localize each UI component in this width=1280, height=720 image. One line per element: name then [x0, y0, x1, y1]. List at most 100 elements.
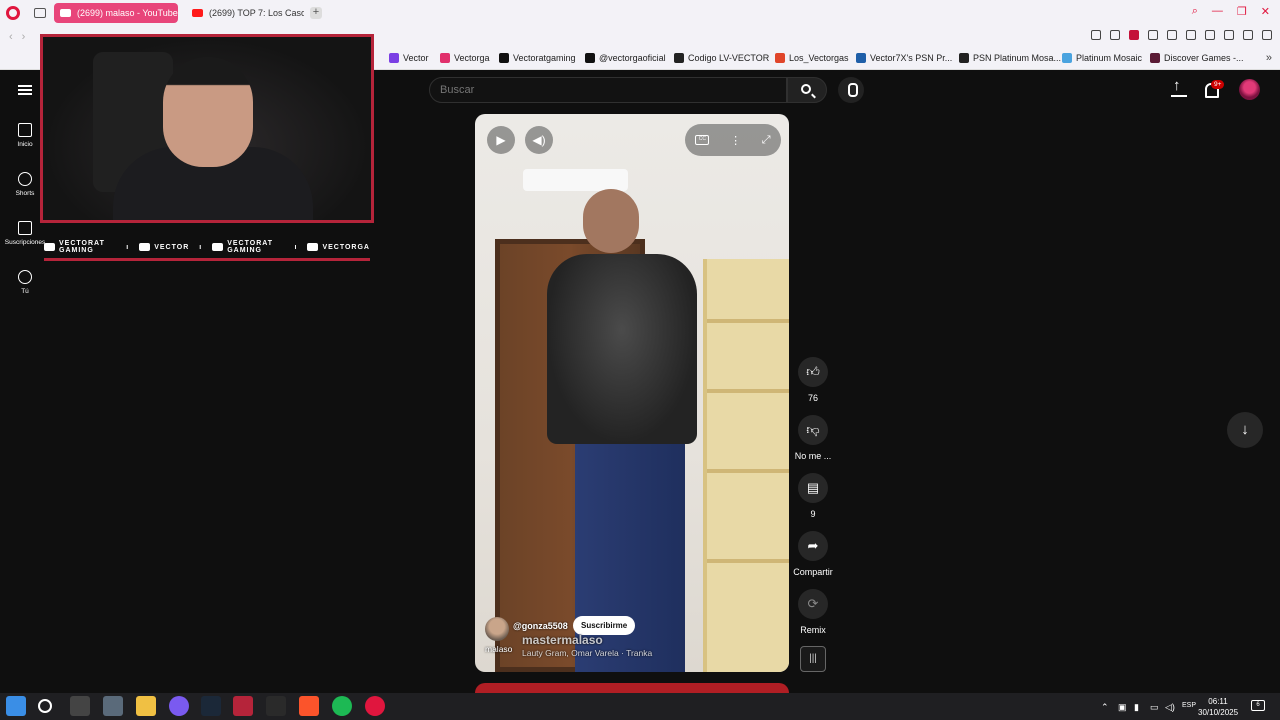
bookmark-discover-games[interactable]: Discover Games -... [1150, 53, 1244, 63]
games-icon [1150, 53, 1160, 63]
lv-icon [674, 53, 684, 63]
bookmark-vector[interactable]: Vector [389, 53, 429, 63]
song-artists[interactable]: Lauty Gram, Omar Varela · Tranka [522, 648, 652, 658]
menu-hamburger-icon[interactable] [18, 85, 32, 95]
sidebar-item-tu[interactable]: Tú [0, 270, 50, 295]
back-arrow-icon[interactable]: ‹ [9, 31, 13, 43]
volume-button[interactable]: ◀) [525, 126, 553, 154]
opera-logo-icon[interactable] [6, 6, 20, 20]
steam-icon[interactable] [201, 696, 221, 716]
search-tabs-icon[interactable]: ⌕ [1192, 5, 1198, 18]
voice-search-button[interactable] [838, 77, 864, 103]
snapshot-icon[interactable] [1110, 30, 1120, 40]
remix-button[interactable]: ⟳ Remix [791, 589, 835, 635]
brave-icon[interactable] [299, 696, 319, 716]
new-tab-button[interactable]: + [310, 7, 322, 19]
pocket-icon[interactable] [1129, 30, 1139, 40]
bookmark-codigo-lv[interactable]: Codigo LV-VECTOR [674, 53, 769, 63]
webcam-overlay [40, 34, 374, 223]
social-twitch: VECTOR [154, 243, 190, 251]
pin-icon[interactable] [1091, 30, 1101, 40]
window-controls: ⌕ — ❐ ✕ [1192, 5, 1270, 18]
notifications-badge: 9+ [1211, 80, 1225, 89]
bookmark-los-vectorgas[interactable]: Los_Vectorgas [775, 53, 849, 63]
puzzle-icon[interactable] [1205, 30, 1215, 40]
search-icon[interactable] [38, 699, 52, 713]
next-short-button[interactable]: ↓ [1227, 412, 1263, 448]
tray-app-icon[interactable]: ▣ [1118, 702, 1127, 713]
browser-tab-bar: (2699) malaso - YouTube (2699) TOP 7: Lo… [0, 0, 1280, 26]
youtube-icon [44, 243, 55, 251]
video-top-controls: CC ⋮ ⤢ [685, 124, 781, 156]
tab-malaso-youtube[interactable]: (2699) malaso - YouTube [54, 3, 178, 23]
channel-avatar[interactable] [485, 617, 509, 641]
bookmark-platinum-mosaic[interactable]: Platinum Mosaic [1062, 53, 1142, 63]
psn-icon [856, 53, 866, 63]
bookmark-vectorga[interactable]: Vectorga [440, 53, 490, 63]
download-icon[interactable] [1243, 30, 1253, 40]
app-icon[interactable] [103, 696, 123, 716]
more-options-icon[interactable]: ⋮ [730, 134, 741, 147]
song-title[interactable]: mastermalaso [522, 633, 603, 647]
dislike-button[interactable]: 👎︎ No me ... [791, 415, 835, 461]
like-button[interactable]: 👍︎ 76 [791, 357, 835, 403]
maximize-button[interactable]: ❐ [1237, 5, 1247, 18]
video-scene-ac-unit [523, 169, 628, 191]
avatar[interactable] [1239, 79, 1260, 100]
socials-underline [44, 258, 370, 261]
app-red-icon[interactable] [233, 696, 253, 716]
task-view-icon[interactable] [70, 696, 90, 716]
bookmark-vectoratgaming[interactable]: Vectoratgaming [499, 53, 576, 63]
vectorgas-icon [775, 53, 785, 63]
socials-banner: VECTORAT GAMING ı VECTOR ı VECTORAT GAMI… [44, 233, 370, 261]
play-icon[interactable] [1148, 30, 1158, 40]
volume-icon[interactable]: ◁) [1165, 702, 1175, 713]
video-scene-shelf [703, 259, 789, 672]
microphone-icon[interactable]: ▮ [1134, 702, 1139, 713]
audio-track-icon[interactable]: ||| [800, 646, 826, 672]
remix-icon: ⟳ [798, 589, 828, 619]
shorts-video-player[interactable]: ▶ ◀) CC ⋮ ⤢ @gonza5508 Suscribirme maste… [475, 114, 789, 672]
clock-date: 30/10/2025 [1198, 708, 1239, 717]
notification-center-icon[interactable]: 6 [1251, 700, 1265, 711]
tray-chevron-icon[interactable]: ⌃ [1101, 702, 1109, 713]
search-button[interactable] [787, 77, 827, 103]
tab-label: (2699) malaso - YouTube [77, 8, 178, 18]
fullscreen-icon[interactable]: ⤢ [762, 134, 771, 147]
spotify-icon[interactable] [332, 696, 352, 716]
mosaic-icon [1062, 53, 1072, 63]
start-windows-icon[interactable] [6, 696, 26, 716]
sidebar-item-suscripciones[interactable]: Suscripciones [0, 221, 50, 246]
bookmark-vectorgaoficial[interactable]: @vectorgaoficial [585, 53, 666, 63]
forward-arrow-icon[interactable]: › [22, 31, 26, 43]
sidebar-toggle-icon[interactable] [34, 8, 46, 18]
language-indicator[interactable]: ESP [1182, 702, 1196, 709]
system-clock[interactable]: 06:11 30/10/2025 [1198, 696, 1238, 718]
youtube-favicon-icon [60, 9, 71, 17]
opera-icon[interactable] [365, 696, 385, 716]
close-button[interactable]: ✕ [1261, 5, 1270, 18]
youtube-favicon-icon [192, 9, 203, 17]
comments-button[interactable]: ▤ 9 [791, 473, 835, 519]
captions-button[interactable]: CC [695, 135, 710, 145]
network-icon[interactable]: ▭ [1150, 702, 1159, 713]
discord-icon[interactable] [169, 696, 189, 716]
heart-icon[interactable] [1167, 30, 1177, 40]
file-explorer-icon[interactable] [136, 696, 156, 716]
menu-icon[interactable] [1262, 30, 1272, 40]
extension-d-icon[interactable] [1186, 30, 1196, 40]
app-dark-icon[interactable] [266, 696, 286, 716]
bookmark-psn-profile[interactable]: Vector7X's PSN Pr... [856, 53, 952, 63]
home-icon [18, 123, 32, 137]
minimize-button[interactable]: — [1212, 5, 1223, 18]
dislike-icon: 👎︎ [798, 415, 828, 445]
create-upload-icon[interactable] [1171, 77, 1187, 97]
tab-top7-los-casos[interactable]: (2699) TOP 7: Los Casos [186, 3, 304, 23]
profile-icon[interactable] [1224, 30, 1234, 40]
play-pause-button[interactable]: ▶ [487, 126, 515, 154]
bookmark-psn-platinum[interactable]: PSN Platinum Mosa... [959, 53, 1061, 63]
channel-name[interactable]: @gonza5508 [513, 621, 568, 631]
share-button[interactable]: ➦ Compartir [791, 531, 835, 577]
search-input[interactable] [429, 77, 787, 103]
bookmarks-overflow-icon[interactable]: » [1266, 52, 1272, 64]
